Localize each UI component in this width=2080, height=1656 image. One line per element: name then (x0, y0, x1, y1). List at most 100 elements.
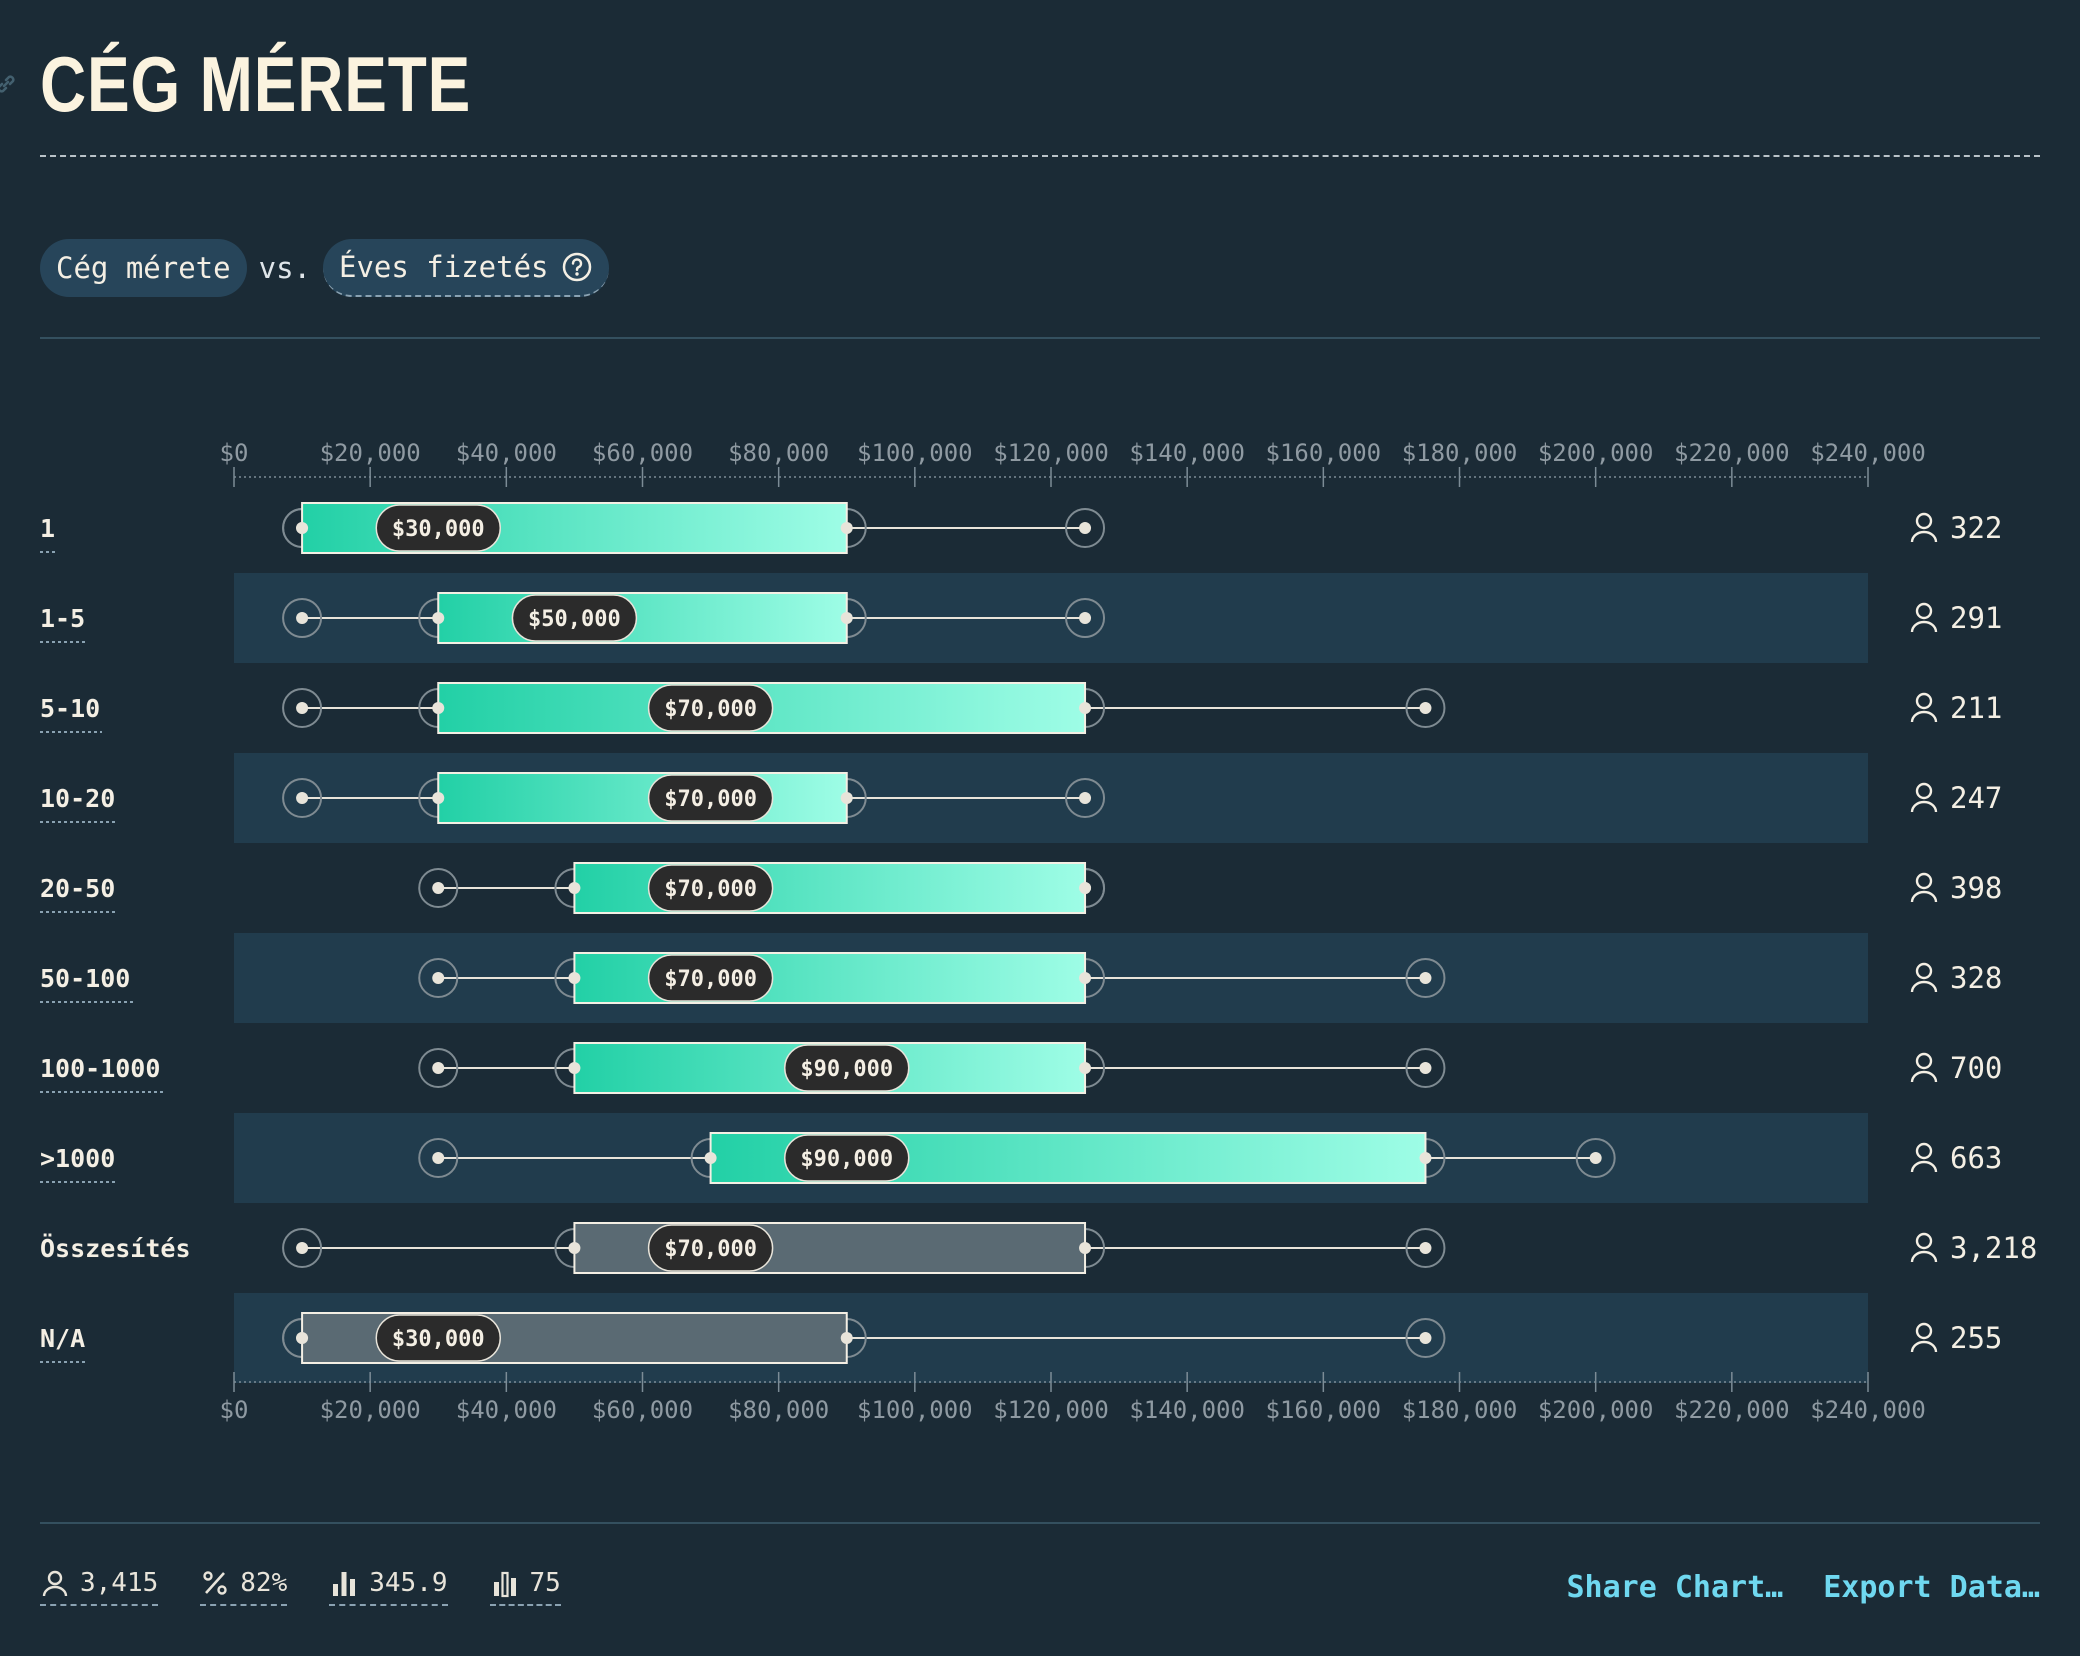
row-label: 1 (40, 514, 55, 543)
median-label: $90,000 (800, 1147, 893, 1172)
q1-dot (296, 1332, 309, 1344)
whisker-end-dot (432, 972, 445, 984)
row-count: 291 (1950, 601, 2002, 635)
q1-dot (296, 522, 309, 534)
top-tick-label: $200,000 (1538, 439, 1654, 467)
median-label: $50,000 (528, 607, 621, 632)
bottom-tick-label: $40,000 (456, 1396, 557, 1424)
person-icon (1910, 1250, 1938, 1263)
person-icon (1915, 1142, 1933, 1160)
row-count: 211 (1950, 691, 2002, 725)
row-count: 322 (1950, 511, 2002, 545)
q3-dot (1079, 1242, 1092, 1254)
bottom-tick-label: $60,000 (592, 1396, 693, 1424)
row-count: 663 (1950, 1141, 2002, 1175)
bar-chart-outline-icon (493, 1571, 516, 1598)
person-icon (1910, 890, 1938, 903)
row-count: 700 (1950, 1051, 2002, 1085)
mean-value: 345.9 (369, 1568, 448, 1598)
whisker-end-dot (432, 882, 445, 894)
row-label: Összesítés (40, 1233, 191, 1263)
summary-stats: 3,415 82% 345.9 75 (40, 1568, 561, 1606)
row-count: 398 (1950, 871, 2002, 905)
whisker-end-dot (1079, 522, 1092, 534)
whisker-end-dot (296, 1242, 309, 1254)
row-label: 10-20 (40, 784, 115, 813)
mean-stat[interactable]: 345.9 (329, 1568, 448, 1606)
q3-dot (840, 522, 853, 534)
person-icon (1910, 1070, 1938, 1083)
chart-actions: Share Chart… Export Data… (1567, 1570, 2041, 1605)
person-icon (1910, 1160, 1938, 1173)
bottom-tick-label: $160,000 (1266, 1396, 1382, 1424)
q3-dot (1419, 1152, 1432, 1164)
person-icon (1910, 530, 1938, 543)
respondents-stat[interactable]: 3,415 (40, 1568, 159, 1606)
whisker-end-dot (1079, 792, 1092, 804)
top-tick-label: $20,000 (320, 439, 421, 467)
percent-stat[interactable]: 82% (200, 1568, 288, 1606)
bottom-tick-label: $220,000 (1674, 1396, 1790, 1424)
q1-dot (568, 1062, 581, 1074)
q3-dot (1079, 882, 1092, 894)
person-icon (1910, 620, 1938, 633)
q3-dot (840, 612, 853, 624)
top-tick-label: $120,000 (993, 439, 1109, 467)
whisker-end-dot (296, 612, 309, 624)
top-tick-label: $180,000 (1402, 439, 1518, 467)
whisker-end-dot (1079, 612, 1092, 624)
q1-dot (704, 1152, 717, 1164)
row-label: 50-100 (40, 964, 130, 993)
whisker-end-dot (432, 1062, 445, 1074)
iqr-box (437, 592, 848, 644)
top-tick-label: $140,000 (1129, 439, 1245, 467)
whisker-end-dot (1419, 1062, 1432, 1074)
bottom-tick-label: $20,000 (320, 1396, 421, 1424)
whisker-end-dot (1419, 1242, 1432, 1254)
percent-icon (203, 1571, 227, 1595)
iqr-box (437, 772, 848, 824)
row-label: 20-50 (40, 874, 115, 903)
median-label: $70,000 (664, 1237, 757, 1262)
top-tick-label: $80,000 (728, 439, 829, 467)
person-icon (1915, 1052, 1933, 1070)
median-stat[interactable]: 75 (489, 1568, 561, 1606)
top-tick-label: $40,000 (456, 439, 557, 467)
top-tick-label: $0 (220, 439, 249, 467)
bottom-tick-label: $100,000 (857, 1396, 973, 1424)
q3-dot (1079, 1062, 1092, 1074)
export-data-link[interactable]: Export Data… (1823, 1570, 2040, 1605)
top-tick-label: $240,000 (1810, 439, 1926, 467)
person-icon (1915, 962, 1933, 980)
percent-value: 82% (240, 1568, 288, 1598)
person-icon (42, 1570, 68, 1597)
median-label: $90,000 (800, 1057, 893, 1082)
median-label: $70,000 (664, 787, 757, 812)
q1-dot (432, 612, 445, 624)
median-value: 75 (529, 1568, 561, 1598)
bottom-tick-label: $180,000 (1402, 1396, 1518, 1424)
q1-dot (568, 1242, 581, 1254)
median-label: $70,000 (664, 697, 757, 722)
top-tick-label: $160,000 (1266, 439, 1382, 467)
bottom-tick-label: $200,000 (1538, 1396, 1654, 1424)
person-icon (1910, 800, 1938, 813)
box-plot-chart: $0 $20,000 $40,000 $60,000 $80,000 $100,000 $1… (40, 439, 2037, 1424)
q1-dot (432, 702, 445, 714)
whisker-end-dot (432, 1152, 445, 1164)
person-icon (1915, 602, 1933, 620)
row-label: N/A (40, 1324, 85, 1353)
person-icon (1915, 1232, 1933, 1250)
row-label: >1000 (40, 1144, 115, 1173)
footer-divider (40, 1522, 2040, 1524)
person-icon (1915, 512, 1933, 530)
row-count: 247 (1950, 781, 2002, 815)
q1-dot (568, 882, 581, 894)
share-chart-link[interactable]: Share Chart… (1567, 1570, 1784, 1605)
q3-dot (840, 792, 853, 804)
row-label: 1-5 (40, 604, 85, 633)
row-count: 255 (1950, 1321, 2002, 1355)
bar-chart-icon (333, 1572, 356, 1596)
q1-dot (568, 972, 581, 984)
whisker-end-dot (1589, 1152, 1602, 1164)
